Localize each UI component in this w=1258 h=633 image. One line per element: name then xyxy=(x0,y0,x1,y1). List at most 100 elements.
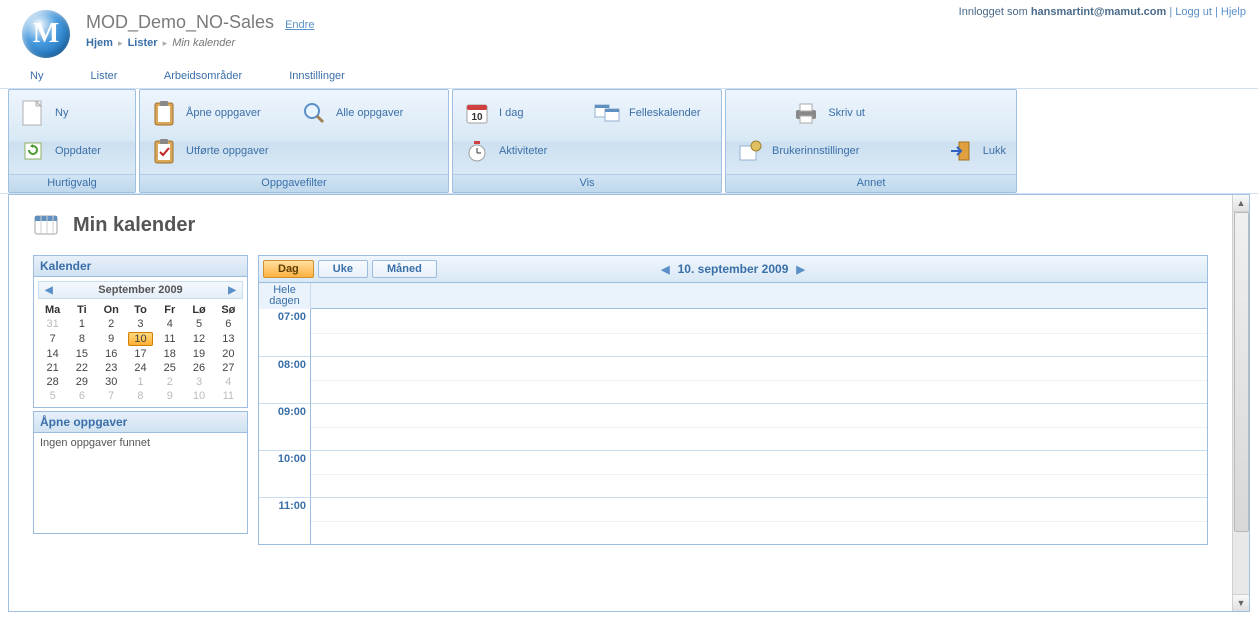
mini-calendar-title: Kalender xyxy=(34,256,247,277)
mini-cal-day[interactable]: 6 xyxy=(67,389,96,403)
mini-cal-day[interactable]: 9 xyxy=(155,389,184,403)
mini-cal-day[interactable]: 12 xyxy=(184,331,213,347)
ribbon: Ny Oppdater Hurtigvalg Åpne oppgaver xyxy=(0,88,1258,194)
mini-cal-day[interactable]: 26 xyxy=(184,361,213,375)
ribbon-print-label: Skriv ut xyxy=(828,107,865,119)
mini-cal-day[interactable]: 11 xyxy=(155,331,184,347)
mini-cal-day[interactable]: 3 xyxy=(126,317,155,331)
hour-cell[interactable] xyxy=(311,497,1207,544)
mini-cal-day[interactable]: 7 xyxy=(97,389,126,403)
mini-cal-day[interactable]: 28 xyxy=(38,375,67,389)
mini-cal-day[interactable]: 13 xyxy=(214,331,243,347)
ribbon-refresh-button[interactable]: Oppdater xyxy=(13,132,131,170)
mini-cal-day[interactable]: 19 xyxy=(184,347,213,361)
mini-cal-day[interactable]: 7 xyxy=(38,331,67,347)
mini-cal-day[interactable]: 31 xyxy=(38,317,67,331)
ribbon-user-settings-label: Brukerinnstillinger xyxy=(772,145,859,157)
hour-cell[interactable] xyxy=(311,450,1207,497)
tab-month[interactable]: Måned xyxy=(372,260,437,278)
ribbon-all-tasks-label: Alle oppgaver xyxy=(336,107,403,119)
menu-lists[interactable]: Lister xyxy=(91,70,118,82)
mini-cal-day[interactable]: 22 xyxy=(67,361,96,375)
ribbon-shared-calendar-button[interactable]: Felleskalender xyxy=(587,94,717,132)
ribbon-today-button[interactable]: 10 I dag xyxy=(457,94,587,132)
hour-cell[interactable] xyxy=(311,309,1207,356)
ribbon-all-tasks-button[interactable]: Alle oppgaver xyxy=(294,94,444,132)
ribbon-shared-calendar-label: Felleskalender xyxy=(629,107,701,119)
mini-cal-day[interactable]: 25 xyxy=(155,361,184,375)
logged-in-label: Innlogget som xyxy=(959,6,1028,18)
logout-link[interactable]: Logg ut xyxy=(1175,6,1212,18)
mini-cal-day[interactable]: 1 xyxy=(126,375,155,389)
mini-cal-day[interactable]: 21 xyxy=(38,361,67,375)
ribbon-open-tasks-button[interactable]: Åpne oppgaver xyxy=(144,94,294,132)
shared-calendar-icon xyxy=(593,99,621,127)
ribbon-other-title: Annet xyxy=(726,174,1016,192)
mini-cal-day[interactable]: 5 xyxy=(184,317,213,331)
scrollbar-thumb[interactable] xyxy=(1234,212,1249,532)
mini-cal-day[interactable]: 18 xyxy=(155,347,184,361)
scroll-down-button[interactable]: ▼ xyxy=(1233,594,1249,611)
mini-cal-day[interactable]: 10 xyxy=(126,331,155,347)
calendar-today-icon: 10 xyxy=(463,99,491,127)
mini-cal-day[interactable]: 24 xyxy=(126,361,155,375)
mini-cal-day[interactable]: 16 xyxy=(97,347,126,361)
hour-cell[interactable] xyxy=(311,356,1207,403)
ribbon-close-button[interactable]: Lukk xyxy=(871,132,1012,170)
mini-cal-day[interactable]: 8 xyxy=(67,331,96,347)
menu-workspaces[interactable]: Arbeidsområder xyxy=(164,70,242,82)
mini-cal-day[interactable]: 6 xyxy=(214,317,243,331)
ribbon-user-settings-button[interactable]: Brukerinnstillinger xyxy=(730,132,871,170)
ribbon-group-other: Skriv ut Brukerinnstillinger Lukk Annet xyxy=(725,89,1017,193)
breadcrumb-lists[interactable]: Lister xyxy=(128,37,158,49)
mini-cal-day[interactable]: 30 xyxy=(97,375,126,389)
mini-cal-day[interactable]: 23 xyxy=(97,361,126,375)
mini-cal-day[interactable]: 4 xyxy=(155,317,184,331)
next-day-button[interactable]: ▶ xyxy=(796,263,804,276)
ribbon-done-tasks-button[interactable]: Utførte oppgaver xyxy=(144,132,294,170)
mini-cal-day[interactable]: 11 xyxy=(214,389,243,403)
tab-week[interactable]: Uke xyxy=(318,260,368,278)
main-menu: Ny Lister Arbeidsområder Innstillinger xyxy=(0,66,1258,88)
mini-cal-day[interactable]: 5 xyxy=(38,389,67,403)
allday-cell[interactable] xyxy=(311,283,1207,309)
tab-day[interactable]: Dag xyxy=(263,260,314,278)
menu-settings[interactable]: Innstillinger xyxy=(289,70,345,82)
mini-cal-day[interactable]: 10 xyxy=(184,389,213,403)
clock-icon xyxy=(463,137,491,165)
mini-cal-day[interactable]: 4 xyxy=(214,375,243,389)
mini-cal-day[interactable]: 1 xyxy=(67,317,96,331)
scrollbar-vertical[interactable]: ▲ ▼ xyxy=(1232,195,1249,611)
mini-cal-day[interactable]: 17 xyxy=(126,347,155,361)
prev-month-button[interactable]: ◀ xyxy=(45,285,53,296)
mini-cal-dow: Fr xyxy=(155,303,184,317)
breadcrumb-home[interactable]: Hjem xyxy=(86,37,113,49)
user-settings-icon xyxy=(736,137,764,165)
edit-link[interactable]: Endre xyxy=(285,19,314,31)
help-link[interactable]: Hjelp xyxy=(1221,6,1246,18)
scroll-up-button[interactable]: ▲ xyxy=(1233,195,1249,212)
ribbon-done-tasks-label: Utførte oppgaver xyxy=(186,145,269,157)
mini-cal-day[interactable]: 29 xyxy=(67,375,96,389)
user-email: hansmartint@mamut.com xyxy=(1031,6,1166,18)
mini-cal-day[interactable]: 3 xyxy=(184,375,213,389)
mini-calendar-month: September 2009 xyxy=(98,284,182,296)
ribbon-print-button[interactable]: Skriv ut xyxy=(730,94,871,132)
new-document-icon xyxy=(19,99,47,127)
menu-new[interactable]: Ny xyxy=(30,70,43,82)
mini-cal-day[interactable]: 14 xyxy=(38,347,67,361)
mini-cal-day[interactable]: 27 xyxy=(214,361,243,375)
prev-day-button[interactable]: ◀ xyxy=(661,263,669,276)
hour-label: 10:00 xyxy=(259,450,311,497)
hour-cell[interactable] xyxy=(311,403,1207,450)
ribbon-new-button[interactable]: Ny xyxy=(13,94,131,132)
mini-cal-day[interactable]: 9 xyxy=(97,331,126,347)
ribbon-activities-button[interactable]: Aktiviteter xyxy=(457,132,587,170)
mini-cal-day[interactable]: 2 xyxy=(155,375,184,389)
mini-cal-day[interactable]: 2 xyxy=(97,317,126,331)
mini-cal-day[interactable]: 20 xyxy=(214,347,243,361)
next-month-button[interactable]: ▶ xyxy=(228,285,236,296)
mini-calendar-panel: Kalender ◀ September 2009 ▶ MaTiOnToFrLø… xyxy=(33,255,248,408)
mini-cal-day[interactable]: 15 xyxy=(67,347,96,361)
mini-cal-day[interactable]: 8 xyxy=(126,389,155,403)
